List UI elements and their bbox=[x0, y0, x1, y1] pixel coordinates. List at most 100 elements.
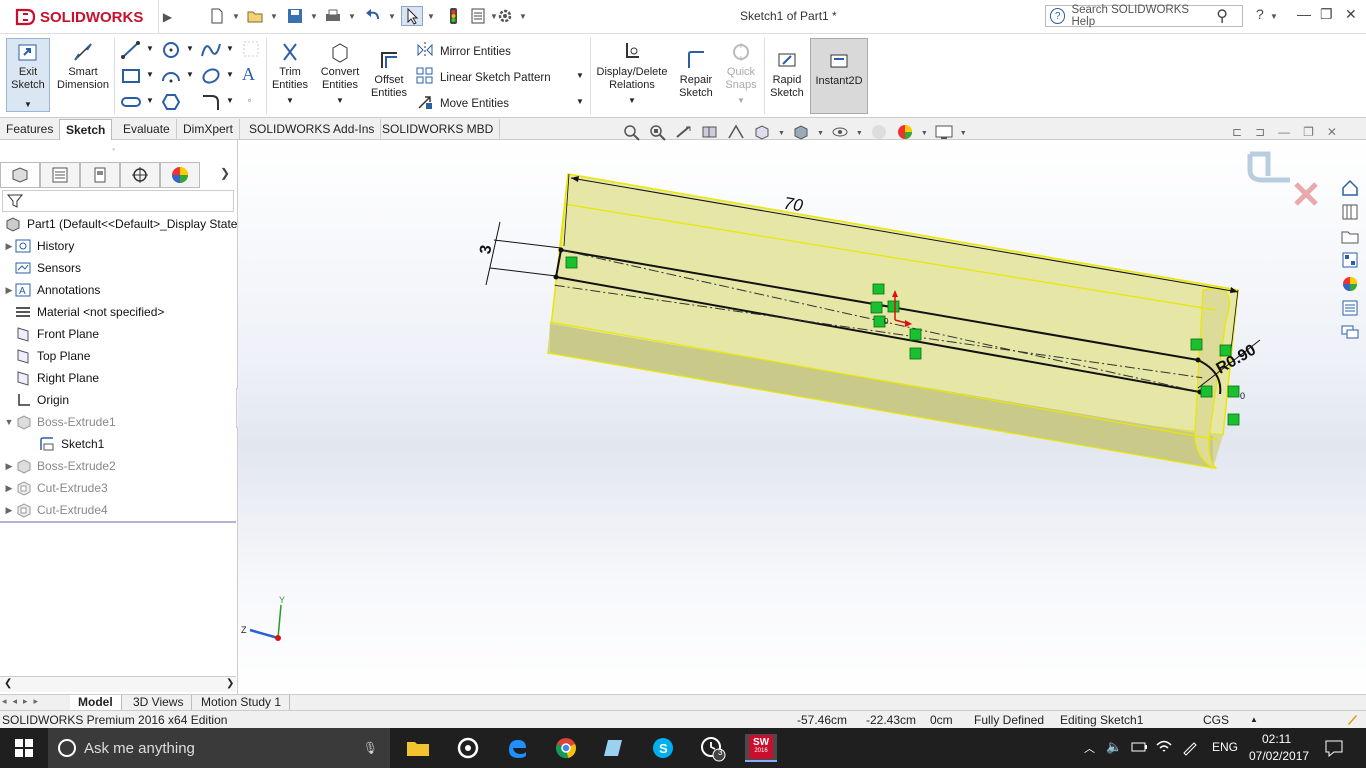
confirmation-corner[interactable] bbox=[1247, 151, 1318, 206]
scroll-left-icon[interactable]: ❮ bbox=[4, 678, 12, 689]
pen-icon[interactable] bbox=[1181, 738, 1199, 759]
action-center-icon[interactable] bbox=[1324, 738, 1344, 761]
cancel-sketch-icon[interactable] bbox=[1294, 182, 1318, 206]
open-dropdown-icon[interactable]: ▼ bbox=[270, 12, 278, 21]
close-icon[interactable]: ✕ bbox=[1345, 6, 1357, 23]
line-dropdown-icon[interactable]: ▼ bbox=[146, 44, 154, 53]
smart-dimension-button[interactable]: Smart Dimension bbox=[56, 38, 110, 92]
exit-sketch-button[interactable]: Exit Sketch ▼ bbox=[6, 38, 50, 112]
viewport-next-icon[interactable]: ⊐ bbox=[1255, 125, 1265, 139]
scroll-right-icon[interactable]: ❯ bbox=[226, 678, 234, 689]
tab-dimxpert[interactable]: DimXpert bbox=[177, 119, 241, 140]
tab-motion-study[interactable]: Motion Study 1 bbox=[193, 695, 291, 711]
wifi-icon[interactable] bbox=[1155, 738, 1173, 759]
clock-date[interactable]: 07/02/2017 bbox=[1249, 749, 1309, 763]
line-tool-icon[interactable] bbox=[120, 40, 142, 63]
rapid-sketch-button[interactable]: Rapid Sketch bbox=[766, 46, 808, 100]
circle-tool-icon[interactable] bbox=[160, 40, 182, 63]
expand-arrow-icon[interactable]: ▶ bbox=[4, 285, 14, 296]
sketch-point[interactable] bbox=[1195, 357, 1201, 363]
repair-sketch-button[interactable]: Repair Sketch bbox=[676, 46, 716, 100]
print-icon[interactable] bbox=[322, 6, 344, 26]
tree-item-cut-extrude4[interactable]: ▶ Cut-Extrude4 bbox=[4, 499, 108, 521]
tree-item-top-plane[interactable]: Top Plane bbox=[4, 345, 90, 367]
expand-menu-arrow-icon[interactable]: ▶ bbox=[158, 0, 176, 34]
panel-grip-icon[interactable]: ◦ bbox=[112, 144, 115, 154]
tab-3d-views[interactable]: 3D Views bbox=[125, 695, 193, 711]
apply-scene-dropdown-icon[interactable]: ▼ bbox=[921, 130, 928, 137]
dimxpert-manager-tab-icon[interactable] bbox=[120, 162, 160, 188]
fillet-tool-icon[interactable] bbox=[200, 92, 222, 115]
sketch-point[interactable] bbox=[553, 274, 559, 280]
tree-item-boss-extrude2[interactable]: ▶ Boss-Extrude2 bbox=[4, 455, 116, 477]
view-orientation-icon[interactable] bbox=[752, 123, 772, 144]
tab-features[interactable]: Features bbox=[0, 119, 61, 140]
offset-entities-button[interactable]: Offset Entities bbox=[368, 46, 410, 100]
move-dropdown-icon[interactable]: ▼ bbox=[576, 97, 584, 106]
expand-arrow-icon[interactable]: ▶ bbox=[4, 461, 14, 472]
tooltip-icon[interactable] bbox=[1345, 712, 1359, 729]
display-style-dropdown-icon[interactable]: ▼ bbox=[817, 130, 824, 137]
windows-start-icon[interactable] bbox=[8, 734, 40, 762]
configuration-manager-tab-icon[interactable] bbox=[80, 162, 120, 188]
tree-item-sketch1[interactable]: Sketch1 bbox=[28, 433, 104, 455]
solidworks-resources-icon[interactable] bbox=[1339, 178, 1361, 198]
view-settings-icon[interactable] bbox=[934, 123, 954, 144]
minimize-icon[interactable]: — bbox=[1297, 6, 1311, 22]
trim-entities-button[interactable]: Trim Entities ▼ bbox=[268, 38, 312, 107]
viewport-minimize-icon[interactable]: — bbox=[1278, 125, 1290, 139]
quick-snaps-button[interactable]: Quick Snaps ▼ bbox=[722, 38, 760, 107]
unit-system[interactable]: CGS bbox=[1203, 713, 1229, 727]
options-dropdown-icon[interactable]: ▼ bbox=[519, 12, 527, 21]
tree-item-sensors[interactable]: Sensors bbox=[4, 257, 81, 279]
tree-item-front-plane[interactable]: Front Plane bbox=[4, 323, 99, 345]
hide-show-items-icon[interactable] bbox=[830, 123, 850, 144]
fillet-dropdown-icon[interactable]: ▼ bbox=[226, 96, 234, 105]
spline-tool-icon[interactable] bbox=[200, 40, 222, 63]
graphics-viewport[interactable]: 70 3 R0.90 0 0 Y Z bbox=[238, 140, 1366, 694]
zoom-to-fit-icon[interactable] bbox=[622, 123, 642, 144]
new-dropdown-icon[interactable]: ▼ bbox=[232, 12, 240, 21]
property-manager-tab-icon[interactable] bbox=[40, 162, 80, 188]
zoom-to-area-icon[interactable] bbox=[648, 123, 668, 144]
input-language[interactable]: ENG bbox=[1212, 740, 1238, 754]
tree-item-material[interactable]: Material <not specified> bbox=[4, 301, 164, 323]
microphone-icon[interactable]: 🎙 bbox=[363, 741, 378, 755]
volume-icon[interactable]: 🔈 bbox=[1106, 739, 1122, 755]
model-canvas[interactable]: 70 3 R0.90 0 0 Y Z bbox=[238, 140, 1366, 694]
media-app-icon[interactable] bbox=[452, 734, 484, 762]
tab-addins[interactable]: SOLIDWORKS Add-Ins bbox=[243, 119, 382, 140]
text-tool-icon[interactable]: A bbox=[242, 64, 255, 85]
convert-dropdown-icon[interactable]: ▼ bbox=[336, 94, 344, 107]
file-explorer-icon[interactable] bbox=[1339, 226, 1361, 246]
solidworks-logo[interactable]: SOLIDWORKS bbox=[14, 4, 143, 30]
forum-icon[interactable] bbox=[1339, 322, 1361, 342]
new-document-icon[interactable] bbox=[206, 6, 228, 26]
accept-sketch-icon[interactable] bbox=[1247, 151, 1290, 183]
viewport-restore-icon[interactable]: ❐ bbox=[1303, 125, 1314, 139]
spline-dropdown-icon[interactable]: ▼ bbox=[226, 44, 234, 53]
tree-item-boss-extrude1[interactable]: ▼ Boss-Extrude1 bbox=[4, 411, 116, 433]
chrome-browser-icon[interactable] bbox=[550, 734, 582, 762]
tree-item-annotations[interactable]: ▶ A Annotations bbox=[4, 279, 101, 301]
options-gear-icon[interactable] bbox=[494, 6, 516, 26]
dimension-3[interactable]: 3 bbox=[477, 244, 495, 255]
expand-arrow-icon[interactable]: ▶ bbox=[4, 241, 14, 252]
help-dropdown-icon[interactable]: ▼ bbox=[1270, 12, 1278, 21]
select-pointer-icon[interactable] bbox=[401, 6, 423, 26]
trim-dropdown-icon[interactable]: ▼ bbox=[286, 94, 294, 107]
tab-mbd[interactable]: SOLIDWORKS MBD bbox=[376, 119, 501, 140]
tree-root-part[interactable]: Part1 (Default<<Default>_Display State bbox=[4, 213, 237, 235]
edit-appearance-icon[interactable] bbox=[869, 123, 889, 144]
instant2d-button[interactable]: Instant2D bbox=[810, 38, 868, 114]
apply-scene-icon[interactable] bbox=[895, 123, 915, 144]
cortana-search-box[interactable]: Ask me anything 🎙 bbox=[48, 728, 390, 768]
view-palette-icon[interactable] bbox=[1339, 250, 1361, 270]
rebuild-traffic-light-icon[interactable] bbox=[442, 6, 464, 26]
expand-arrow-icon[interactable]: ▶ bbox=[4, 483, 14, 494]
tree-item-origin[interactable]: Origin bbox=[4, 389, 69, 411]
panel-horizontal-scrollbar[interactable]: ❮ ❯ bbox=[0, 676, 236, 692]
display-manager-tab-icon[interactable] bbox=[160, 162, 200, 188]
arc-tool-icon[interactable] bbox=[160, 66, 182, 89]
convert-entities-button[interactable]: Convert Entities ▼ bbox=[316, 38, 364, 107]
